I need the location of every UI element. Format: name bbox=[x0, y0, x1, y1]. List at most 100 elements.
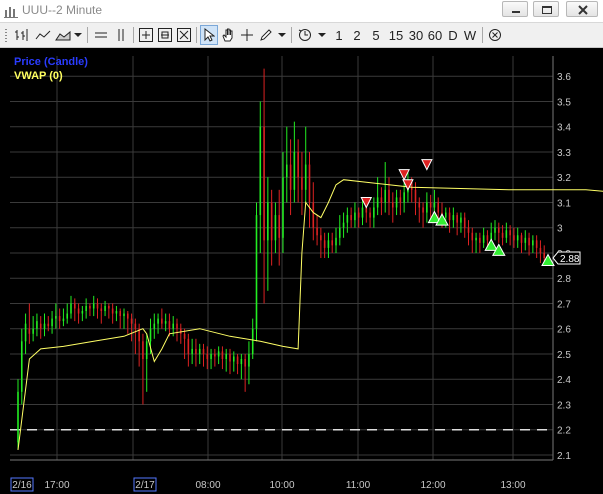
candle-body bbox=[452, 215, 455, 221]
separator bbox=[87, 27, 88, 43]
interval-dropdown-icon[interactable] bbox=[316, 25, 328, 45]
zoom-fit-icon[interactable] bbox=[175, 25, 193, 45]
chart-toolbar: 1 2 5 15 30 60 D W bbox=[0, 23, 603, 48]
interval-2-button[interactable]: 2 bbox=[350, 25, 364, 45]
interval-1-button[interactable]: 1 bbox=[332, 25, 346, 45]
vertical-line-icon[interactable] bbox=[112, 25, 130, 45]
interval-60-button[interactable]: 60 bbox=[425, 25, 445, 45]
close-button[interactable] bbox=[566, 1, 598, 17]
interval-30-button[interactable]: 30 bbox=[406, 25, 426, 45]
candle-body bbox=[51, 318, 53, 327]
candle-body bbox=[301, 177, 303, 190]
candle-body bbox=[47, 323, 50, 327]
candle-body bbox=[240, 359, 243, 365]
candle-body bbox=[293, 151, 296, 190]
bar-chart-style-icon[interactable] bbox=[12, 25, 32, 45]
candle-body bbox=[77, 308, 80, 314]
candle-body bbox=[532, 240, 534, 246]
candle-body bbox=[285, 164, 288, 178]
candle-body bbox=[384, 189, 387, 203]
candle-body bbox=[539, 247, 542, 253]
legend-price: Price (Candle) bbox=[14, 56, 88, 68]
candle-body bbox=[206, 353, 209, 359]
candle-body bbox=[282, 177, 284, 238]
candle-body bbox=[244, 359, 246, 367]
candle-body bbox=[62, 318, 65, 322]
candle-body bbox=[429, 202, 432, 208]
last-price-label: 2.88 bbox=[560, 254, 580, 265]
candle-body bbox=[92, 303, 95, 309]
candle-body bbox=[66, 313, 69, 319]
minimize-button[interactable] bbox=[502, 1, 528, 17]
candle-body bbox=[418, 202, 421, 208]
candle-body bbox=[85, 305, 87, 312]
interval-15-button[interactable]: 15 bbox=[386, 25, 406, 45]
candle-body bbox=[312, 202, 315, 228]
candle-body bbox=[513, 235, 515, 241]
x-tick-label: 17:00 bbox=[44, 480, 69, 491]
candle-body bbox=[304, 164, 307, 190]
draw-tools-dropdown-icon[interactable] bbox=[276, 25, 288, 45]
candle-body bbox=[172, 323, 175, 329]
candle-body bbox=[267, 202, 269, 241]
pencil-draw-icon[interactable] bbox=[257, 25, 275, 45]
candle-body bbox=[36, 321, 38, 329]
separator bbox=[482, 27, 483, 43]
candle-body bbox=[535, 240, 538, 248]
hand-pan-icon[interactable] bbox=[219, 25, 237, 45]
candle-body bbox=[426, 202, 428, 213]
candle-body bbox=[501, 232, 504, 238]
candle-body bbox=[157, 318, 159, 324]
cancel-circle-icon[interactable] bbox=[486, 25, 504, 45]
candle-body bbox=[96, 303, 99, 309]
zoom-in-icon[interactable] bbox=[137, 25, 155, 45]
chart-window-icon bbox=[4, 7, 18, 18]
candle-body bbox=[24, 323, 27, 342]
interval-5-button[interactable]: 5 bbox=[369, 25, 383, 45]
candle-body bbox=[108, 305, 110, 309]
candle-body bbox=[153, 323, 156, 329]
chart-style-dropdown-icon[interactable] bbox=[72, 25, 84, 45]
candle-body bbox=[350, 215, 352, 221]
y-tick-label: 3.3 bbox=[557, 148, 571, 159]
candle-body bbox=[17, 391, 19, 443]
candle-body bbox=[274, 215, 277, 241]
pointer-tool-icon[interactable] bbox=[200, 25, 218, 45]
area-chart-style-icon[interactable] bbox=[54, 25, 72, 45]
crosshair-icon[interactable] bbox=[238, 25, 256, 45]
price-chart[interactable]: 3.63.53.43.33.23.132.92.82.72.62.52.42.3… bbox=[0, 48, 603, 494]
candle-body bbox=[308, 164, 311, 203]
zoom-out-icon[interactable] bbox=[156, 25, 174, 45]
candle-body bbox=[255, 215, 258, 329]
candle-body bbox=[403, 192, 405, 203]
candle-body bbox=[70, 303, 72, 314]
candle-body bbox=[391, 202, 394, 208]
candle-body bbox=[104, 305, 106, 312]
candle-body bbox=[395, 197, 398, 208]
interval-weekly-button[interactable]: W bbox=[462, 25, 478, 45]
candle-body bbox=[323, 240, 326, 248]
maximize-button[interactable] bbox=[533, 1, 559, 17]
candle-body bbox=[55, 316, 57, 319]
candle-body bbox=[111, 308, 114, 314]
candle-body bbox=[494, 227, 496, 233]
candle-body bbox=[130, 318, 133, 324]
line-chart-style-icon[interactable] bbox=[33, 25, 53, 45]
candle-body bbox=[179, 328, 182, 334]
horizontal-line-icon[interactable] bbox=[92, 25, 110, 45]
x-tick-label: 2/16 bbox=[12, 480, 32, 491]
candle-body bbox=[479, 237, 481, 243]
candle-body bbox=[320, 235, 322, 241]
candle-body bbox=[486, 235, 489, 241]
interval-daily-button[interactable]: D bbox=[446, 25, 460, 45]
candle-body bbox=[369, 212, 371, 218]
interval-clock-icon[interactable] bbox=[296, 25, 314, 45]
sell-signal-marker bbox=[421, 159, 433, 171]
candle-body bbox=[73, 303, 76, 309]
candle-body bbox=[176, 323, 178, 329]
x-tick-label: 10:00 bbox=[269, 480, 294, 491]
candle-body bbox=[126, 313, 129, 319]
y-tick-label: 3.4 bbox=[557, 123, 571, 134]
candle-body bbox=[263, 126, 265, 241]
candle-body bbox=[221, 351, 224, 359]
